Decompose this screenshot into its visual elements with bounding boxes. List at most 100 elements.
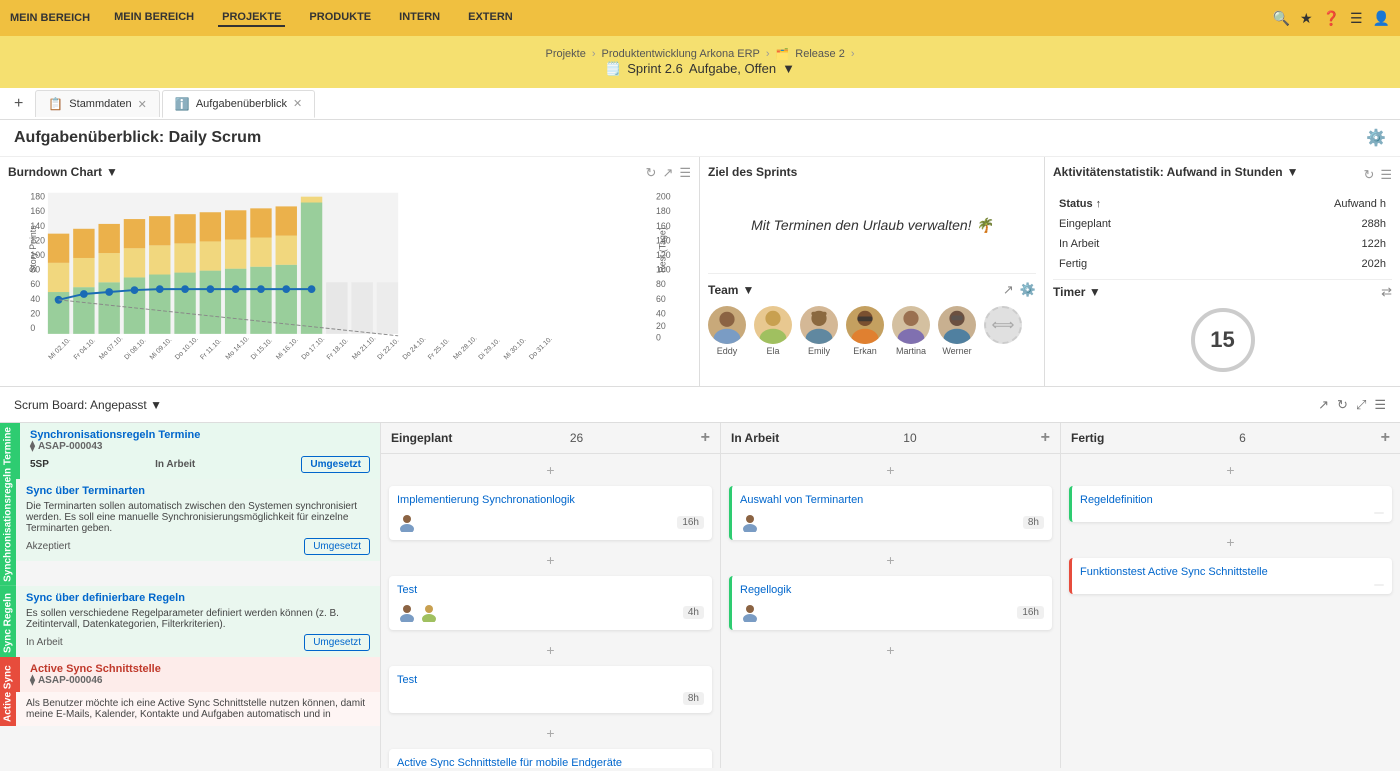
card-regellogik[interactable]: Regellogik 16h (729, 576, 1052, 630)
card-avatar-2a (397, 602, 417, 622)
activity-dropdown[interactable]: ▼ (1287, 165, 1299, 179)
svg-text:180: 180 (30, 192, 45, 202)
add-card-inarbeit-top[interactable]: + (729, 458, 1052, 482)
star-icon[interactable]: ★ (1300, 10, 1313, 27)
add-card-eingeplant-top[interactable]: + (389, 458, 712, 482)
add-member-icon[interactable]: ⟺ (984, 306, 1022, 344)
burndown-filter[interactable]: ☰ (679, 165, 691, 181)
card-auswahl[interactable]: Auswahl von Terminarten 8h (729, 486, 1052, 540)
nav-intern[interactable]: INTERN (395, 9, 444, 27)
burndown-export[interactable]: ↗ (662, 165, 673, 181)
card-test-1-title[interactable]: Test (397, 584, 704, 596)
avatar-erkan[interactable]: Erkan (846, 306, 884, 356)
avatar-add-placeholder[interactable]: ⟺ (984, 306, 1022, 356)
card-implementierung[interactable]: Implementierung Synchronationlogik 16h (389, 486, 712, 540)
card-regellogik-title[interactable]: Regellogik (740, 584, 1044, 596)
tab-stammdaten-close[interactable]: ✕ (138, 98, 147, 111)
card-regeldefinition-title[interactable]: Regeldefinition (1080, 494, 1384, 506)
story-header-1[interactable]: Synchronisationsregeln Termine ⧫ASAP-000… (16, 423, 380, 479)
add-card-inarbeit-mid-1[interactable]: + (729, 548, 1052, 572)
team-link-icon[interactable]: ↗ (1003, 282, 1014, 298)
tab-stammdaten[interactable]: 📋 Stammdaten ✕ (35, 90, 160, 117)
help-icon[interactable]: ❓ (1323, 10, 1340, 27)
add-card-inarbeit-bottom[interactable]: + (729, 638, 1052, 662)
story-id-1: ⧫ASAP-000043 (30, 441, 370, 452)
board-refresh-icon[interactable]: ↻ (1337, 397, 1348, 413)
card-funktionstest[interactable]: Funktionstest Active Sync Schnittstelle (1069, 558, 1392, 594)
card-auswahl-title[interactable]: Auswahl von Terminarten (740, 494, 1044, 506)
board-filter-icon[interactable]: ☰ (1374, 397, 1386, 413)
add-card-fertig-top[interactable]: + (1069, 458, 1392, 482)
add-card-mid-1[interactable]: + (389, 548, 712, 572)
story2-meta: In Arbeit Umgesetzt (26, 634, 370, 651)
breadcrumb-icon: 🗂️ (776, 48, 790, 61)
burndown-title: Burndown Chart ▼ (8, 165, 691, 179)
story-badge-1[interactable]: Umgesetzt (301, 456, 370, 473)
activity-refresh[interactable]: ↻ (1363, 167, 1374, 183)
card-active-sync[interactable]: Active Sync Schnittstelle für mobile End… (389, 749, 712, 768)
add-card-mid-2[interactable]: + (389, 638, 712, 662)
nav-meinbereich[interactable]: MEIN BEREICH (110, 9, 198, 27)
settings-icon[interactable]: ⚙️ (1366, 128, 1386, 148)
add-tab-button[interactable]: + (10, 95, 27, 113)
story2-title[interactable]: Sync über definierbare Regeln (26, 592, 370, 604)
scrum-board-dropdown[interactable]: ▼ (150, 398, 162, 412)
col-fertig-add[interactable]: + (1381, 429, 1390, 447)
avatar-werner[interactable]: Werner (938, 306, 976, 356)
svg-text:Fr 18.10.: Fr 18.10. (326, 337, 350, 361)
activity-panel: Aktivitätenstatistik: Aufwand in Stunden… (1045, 157, 1400, 386)
tab-aufgaben-close[interactable]: ✕ (293, 97, 302, 110)
nav-extern[interactable]: EXTERN (464, 9, 517, 27)
card-regeldefinition-hours (1374, 512, 1384, 514)
menu-icon[interactable]: ☰ (1350, 10, 1363, 27)
sub-story-badge[interactable]: Umgesetzt (304, 538, 370, 555)
add-card-mid-3[interactable]: + (389, 721, 712, 745)
avatar-emily[interactable]: Emily (800, 306, 838, 356)
avatar-eddy[interactable]: Eddy (708, 306, 746, 356)
story2-badge[interactable]: Umgesetzt (304, 634, 370, 651)
status-dropdown-icon[interactable]: ▼ (782, 61, 795, 76)
team-dropdown[interactable]: ▼ (742, 283, 754, 297)
story-header-3[interactable]: Active Sync Schnittstelle ⧫ASAP-000046 (16, 657, 380, 692)
activity-filter[interactable]: ☰ (1380, 167, 1392, 183)
story-content-1: Synchronisationsregeln Termine ⧫ASAP-000… (16, 423, 380, 586)
nav-produkte[interactable]: PRODUKTE (305, 9, 375, 27)
sprint-label[interactable]: Sprint 2.6 (627, 61, 683, 76)
sub-story-title[interactable]: Sync über Terminarten (26, 485, 370, 497)
card-implementierung-title[interactable]: Implementierung Synchronationlogik (397, 494, 704, 506)
card-test-2[interactable]: Test 8h (389, 666, 712, 713)
timer-sync-icon[interactable]: ⇄ (1381, 284, 1392, 300)
burndown-dropdown[interactable]: ▼ (106, 165, 118, 179)
eddy-name: Eddy (717, 346, 738, 356)
burndown-refresh[interactable]: ↻ (646, 165, 657, 181)
card-test-2-title[interactable]: Test (397, 674, 704, 686)
breadcrumb-release[interactable]: Release 2 (795, 48, 845, 60)
team-settings-icon[interactable]: ⚙️ (1020, 282, 1036, 298)
svg-text:Mo 14.10.: Mo 14.10. (225, 335, 251, 361)
svg-text:0: 0 (30, 323, 35, 333)
nav-projekte[interactable]: PROJEKTE (218, 9, 285, 27)
card-regeldefinition[interactable]: Regeldefinition (1069, 486, 1392, 522)
avatar-ela[interactable]: Ela (754, 306, 792, 356)
card-funktionstest-title[interactable]: Funktionstest Active Sync Schnittstelle (1080, 566, 1384, 578)
card-test-1[interactable]: Test 4h (389, 576, 712, 630)
story-body-sub: Sync über Terminarten Die Terminarten so… (16, 479, 380, 561)
story-status-1: In Arbeit (155, 459, 195, 470)
board-link-icon[interactable]: ↗ (1318, 397, 1329, 413)
card-active-sync-title[interactable]: Active Sync Schnittstelle für mobile End… (397, 757, 704, 768)
col-eingeplant-add[interactable]: + (701, 429, 710, 447)
sprint-status[interactable]: Aufgabe, Offen (689, 61, 776, 76)
breadcrumb-product[interactable]: Produktentwicklung Arkona ERP (602, 48, 760, 60)
scrum-board-title[interactable]: Scrum Board: Angepasst ▼ (14, 398, 162, 412)
sort-icon[interactable]: ↑ (1096, 198, 1102, 210)
timer-dropdown[interactable]: ▼ (1089, 285, 1101, 299)
breadcrumb-projekte[interactable]: Projekte (546, 48, 586, 60)
search-icon[interactable]: 🔍 (1273, 10, 1290, 27)
board-expand-icon[interactable]: ⤢ (1356, 397, 1366, 413)
tab-aufgaben[interactable]: ℹ️ Aufgabenüberblick ✕ (162, 90, 315, 118)
user-avatar[interactable]: 👤 (1373, 10, 1390, 27)
col-inarbeit-add[interactable]: + (1041, 429, 1050, 447)
add-card-fertig-mid[interactable]: + (1069, 530, 1392, 554)
avatar-martina[interactable]: Martina (892, 306, 930, 356)
emily-avatar (800, 306, 838, 344)
